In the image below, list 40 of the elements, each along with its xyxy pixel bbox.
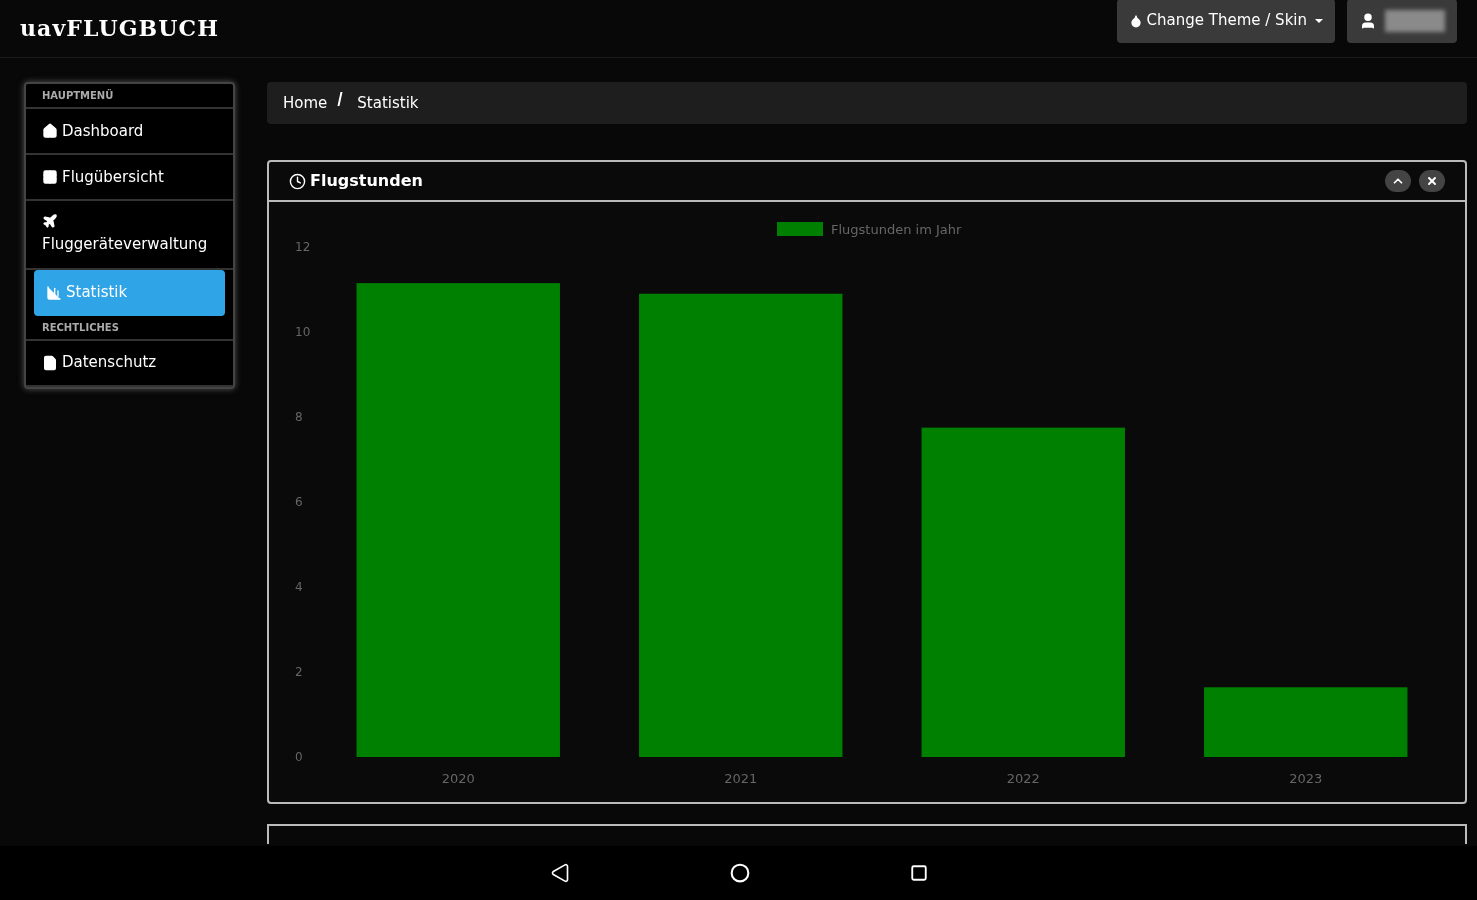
y-tick-label: 2 bbox=[295, 665, 303, 679]
menu-icon bbox=[42, 213, 58, 229]
y-tick-label: 10 bbox=[295, 325, 311, 339]
x-tick-label: 2023 bbox=[1289, 771, 1323, 786]
menu-icon bbox=[46, 284, 62, 301]
y-tick-label: 12 bbox=[295, 240, 311, 254]
x-tick-label: 2022 bbox=[1006, 771, 1040, 786]
legend-label: Flugstunden im Jahr bbox=[831, 222, 962, 237]
menu-icon bbox=[42, 354, 58, 371]
user-menu-button[interactable] bbox=[1347, 0, 1457, 43]
sidebar-item[interactable]: Flugübersicht bbox=[26, 155, 233, 201]
breadcrumb-link[interactable]: Statistik bbox=[357, 91, 419, 115]
collapse-button[interactable] bbox=[1385, 170, 1411, 192]
y-tick-label: 8 bbox=[295, 410, 303, 424]
x-tick-label: 2021 bbox=[724, 771, 758, 786]
caret-icon bbox=[1315, 18, 1323, 23]
close-button[interactable] bbox=[1419, 170, 1445, 192]
home-button[interactable] bbox=[729, 863, 750, 883]
x-tick-label: 2020 bbox=[441, 771, 475, 786]
sidebar-item[interactable]: Dashboard bbox=[26, 109, 233, 155]
menu-icon bbox=[42, 169, 58, 185]
y-tick-label: 0 bbox=[295, 750, 303, 764]
sidebar-item[interactable]: Datenschutz bbox=[26, 340, 233, 387]
sidebar-heading: HAUPTMENÜ bbox=[26, 84, 233, 109]
blurred-username bbox=[1385, 9, 1445, 32]
back-button[interactable] bbox=[549, 863, 570, 883]
y-tick-label: 6 bbox=[295, 495, 303, 509]
droplet-icon bbox=[1128, 13, 1143, 28]
legend-swatch bbox=[777, 222, 823, 236]
recents-button[interactable] bbox=[909, 864, 928, 882]
panel-title: Flugstunden bbox=[310, 170, 423, 192]
sidebar-heading: RECHTLICHES bbox=[26, 315, 233, 341]
breadcrumb-link[interactable]: Home bbox=[283, 91, 328, 115]
y-tick-label: 4 bbox=[295, 580, 303, 594]
user-icon bbox=[1359, 11, 1377, 30]
app-logo: uavFLUGBUCH bbox=[20, 14, 220, 43]
menu-icon bbox=[42, 123, 58, 139]
clock-icon bbox=[289, 172, 306, 190]
close-icon bbox=[1426, 175, 1438, 187]
theme-dropdown-button[interactable]: Change Theme / Skin bbox=[1116, 0, 1335, 43]
